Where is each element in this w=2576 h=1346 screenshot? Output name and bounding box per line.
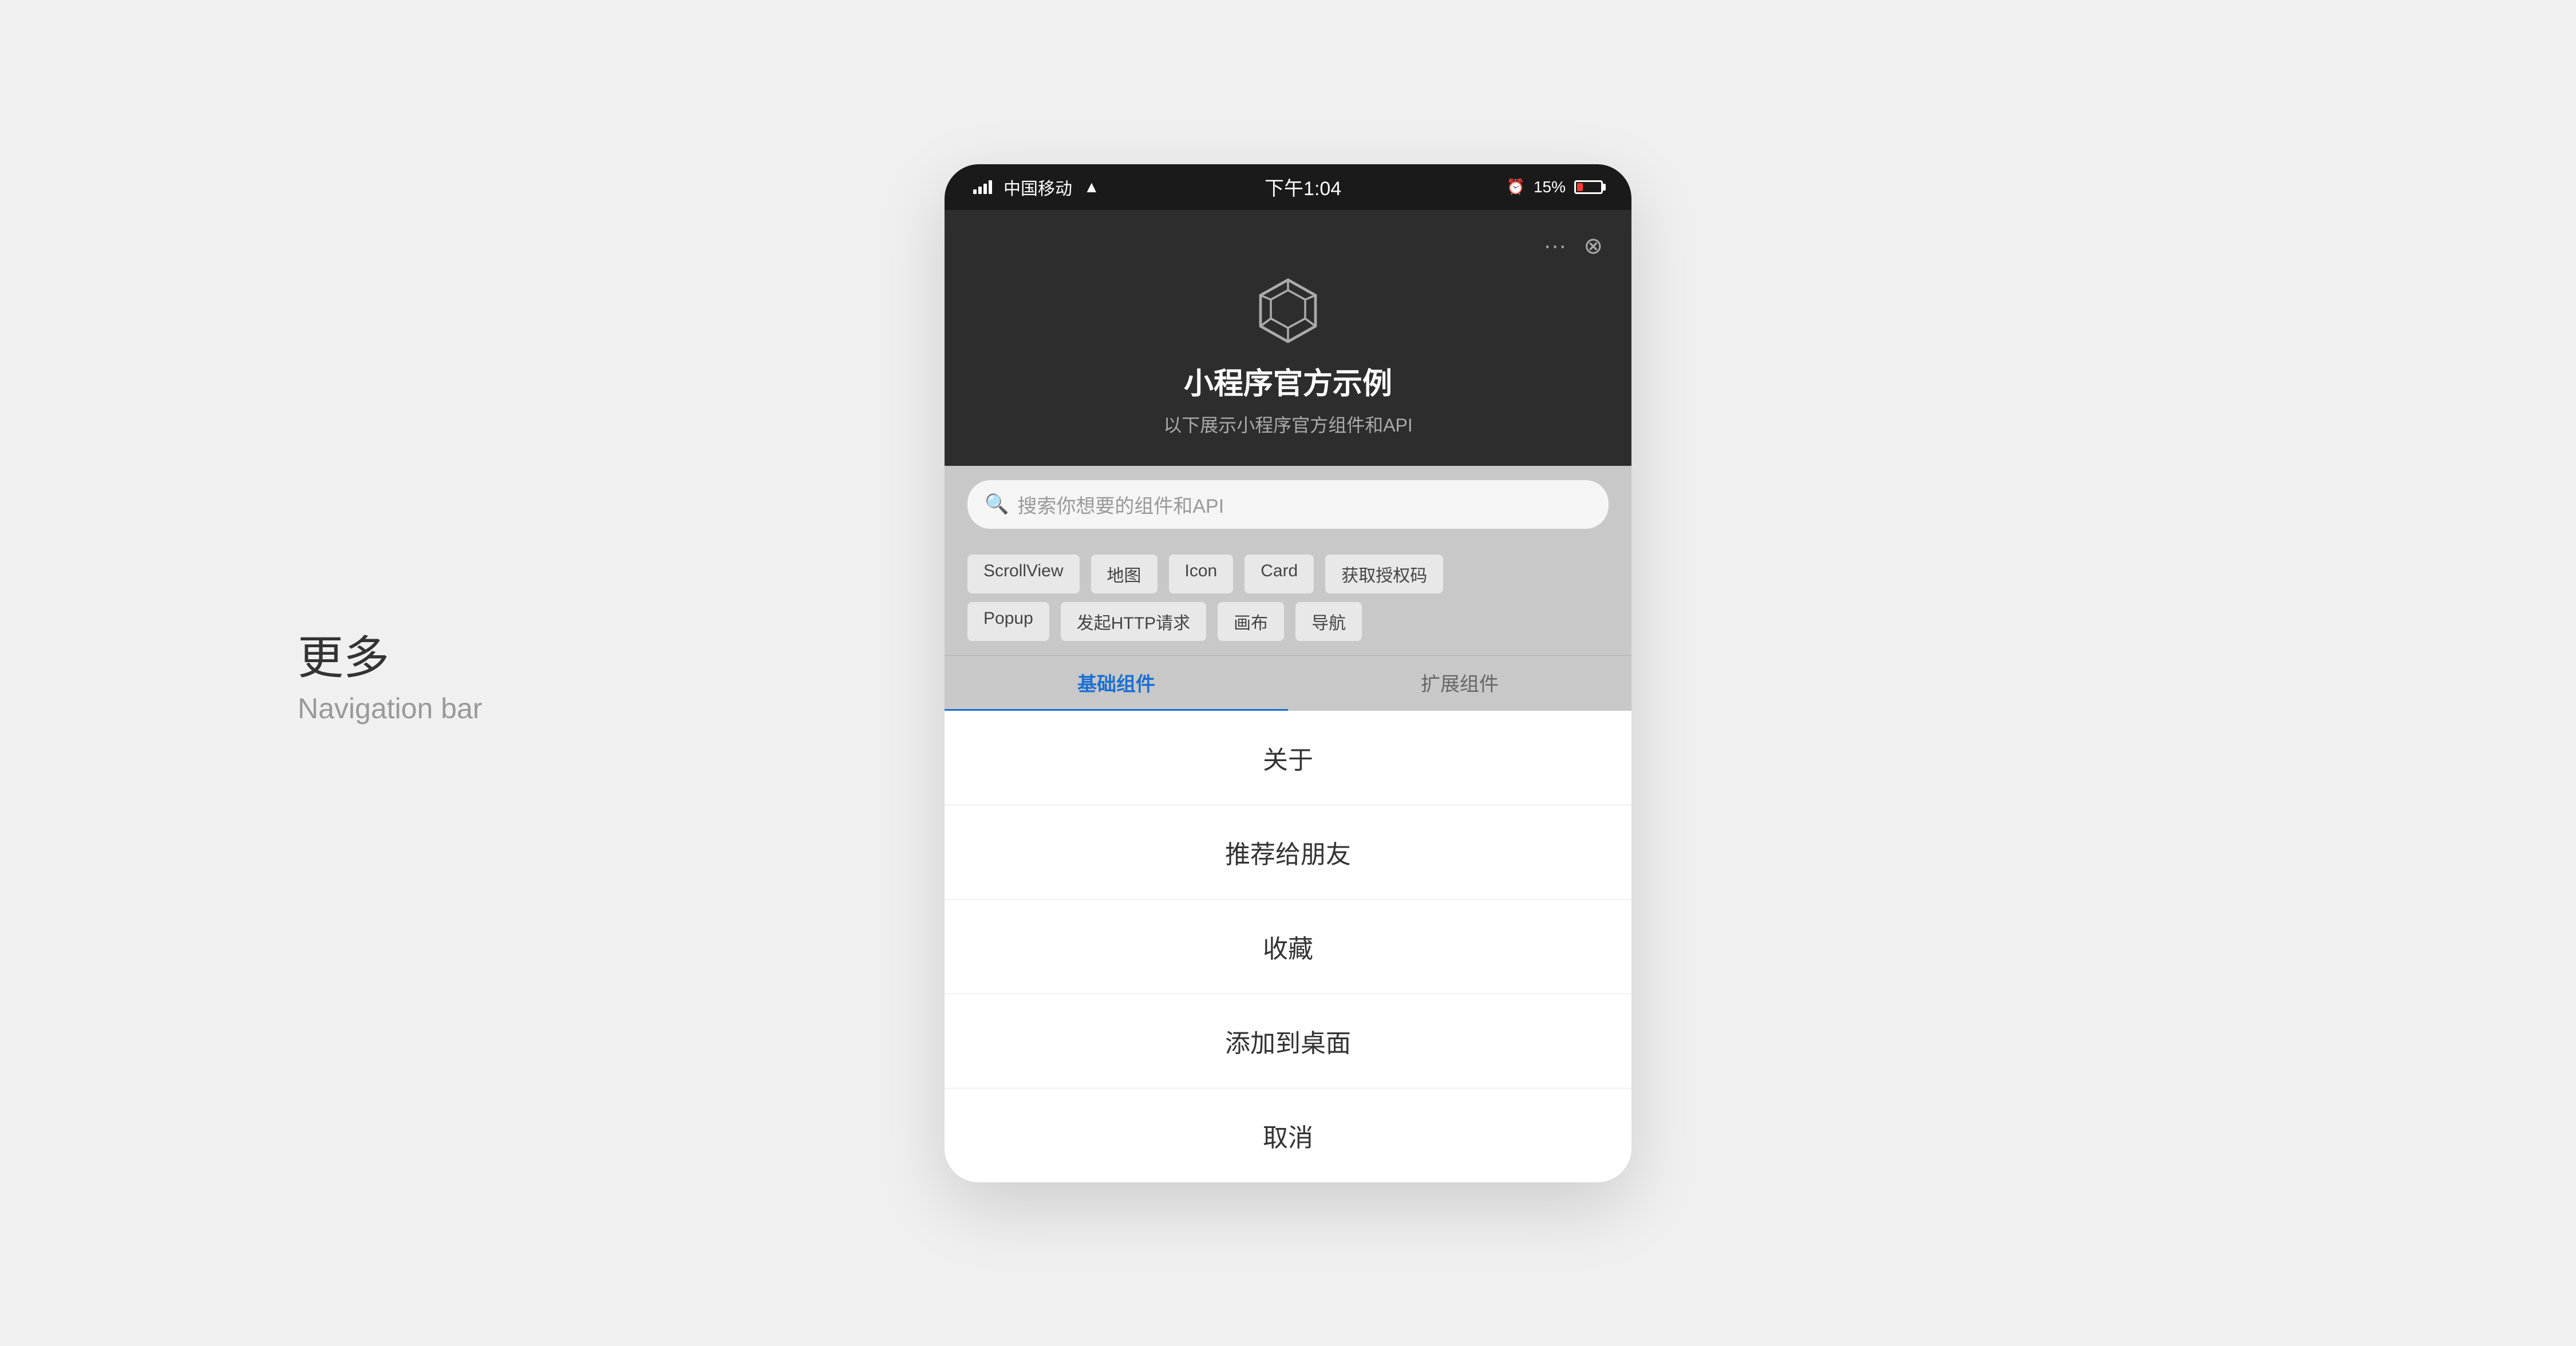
status-bar: 中国移动 ▲ 下午1:04 ⏰ 15%: [945, 164, 1631, 210]
tags-row-1: ScrollView 地图 Icon Card 获取授权码: [967, 555, 1609, 593]
menu-list: 关于 推荐给朋友 收藏 添加到桌面 取消: [945, 711, 1631, 1182]
status-time: 下午1:04: [1265, 173, 1341, 201]
battery-icon: [1574, 180, 1603, 194]
tags-area: ScrollView 地图 Icon Card 获取授权码 Popup 发起HT…: [945, 543, 1631, 655]
page-wrapper: 更多 Navigation bar 中国移动 ▲ 下午1:04 ⏰ 15%: [0, 0, 2576, 1346]
tag-scrollview[interactable]: ScrollView: [967, 555, 1080, 593]
signal-bar-4: [989, 180, 992, 194]
menu-item-cancel[interactable]: 取消: [945, 1088, 1631, 1182]
app-subtitle: 以下展示小程序官方组件和API: [1163, 411, 1413, 437]
search-icon: 🔍: [985, 493, 1009, 516]
signal-icon: [973, 180, 992, 194]
signal-bar-2: [978, 187, 982, 194]
search-area: 🔍 搜索你想要的组件和API: [945, 466, 1631, 543]
tab-basic-components[interactable]: 基础组件: [945, 656, 1288, 711]
tags-row-2: Popup 发起HTTP请求 画布 导航: [967, 602, 1609, 641]
status-bar-left: 中国移动 ▲: [973, 175, 1100, 200]
tag-http[interactable]: 发起HTTP请求: [1061, 602, 1206, 641]
battery-percent: 15%: [1534, 178, 1566, 196]
header-actions: ··· ⊗: [973, 233, 1603, 259]
menu-item-favorite[interactable]: 收藏: [945, 900, 1631, 994]
left-label-section: 更多 Navigation bar: [298, 621, 482, 725]
search-input[interactable]: 搜索你想要的组件和API: [1017, 490, 1224, 518]
alarm-icon: ⏰: [1507, 178, 1525, 196]
close-button[interactable]: ⊗: [1583, 233, 1603, 259]
menu-item-recommend[interactable]: 推荐给朋友: [945, 805, 1631, 900]
tab-extended-components[interactable]: 扩展组件: [1288, 656, 1631, 711]
tag-nav[interactable]: 导航: [1295, 602, 1362, 641]
app-logo: [1254, 276, 1322, 345]
wifi-icon: ▲: [1084, 178, 1100, 196]
signal-bar-3: [983, 184, 987, 194]
menu-item-about[interactable]: 关于: [945, 711, 1631, 805]
search-bar[interactable]: 🔍 搜索你想要的组件和API: [967, 480, 1609, 529]
section-title: 更多: [298, 621, 482, 687]
tag-auth[interactable]: 获取授权码: [1325, 555, 1443, 593]
battery-fill: [1577, 183, 1583, 191]
tag-card[interactable]: Card: [1244, 555, 1314, 593]
status-bar-right: ⏰ 15%: [1507, 178, 1603, 196]
more-menu-button[interactable]: ···: [1544, 233, 1567, 259]
app-title: 小程序官方示例: [1184, 359, 1392, 402]
tab-bar: 基础组件 扩展组件: [945, 655, 1631, 711]
phone-mockup: 中国移动 ▲ 下午1:04 ⏰ 15% ··· ⊗: [945, 164, 1631, 1182]
tag-canvas[interactable]: 画布: [1218, 602, 1284, 641]
section-subtitle: Navigation bar: [298, 692, 482, 725]
tag-popup[interactable]: Popup: [967, 602, 1049, 641]
app-header: ··· ⊗ 小程序官方示例 以下展示小程序官方组件和API: [945, 210, 1631, 466]
carrier-name: 中国移动: [1003, 175, 1072, 200]
tag-icon[interactable]: Icon: [1169, 555, 1234, 593]
signal-bar-1: [973, 189, 977, 194]
tag-map[interactable]: 地图: [1091, 555, 1157, 593]
menu-item-add-desktop[interactable]: 添加到桌面: [945, 994, 1631, 1088]
